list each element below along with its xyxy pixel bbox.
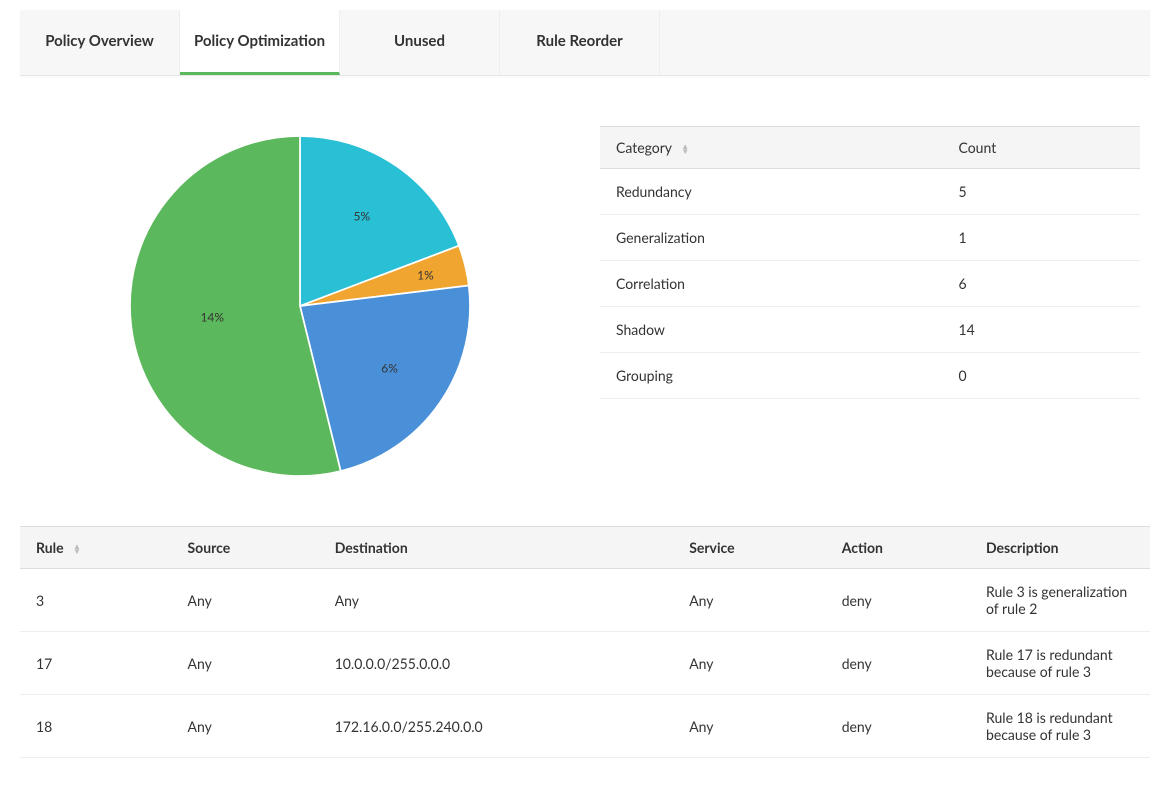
- slice-label: 14%: [200, 309, 224, 324]
- summary-count-cell: 0: [943, 353, 1140, 399]
- table-row[interactable]: Grouping0: [600, 353, 1140, 399]
- rules-description-cell: Rule 18 is redundant because of rule 3: [970, 695, 1150, 758]
- tab-rule-reorder[interactable]: Rule Reorder: [500, 10, 660, 75]
- rules-header-action[interactable]: Action: [826, 527, 970, 569]
- table-row[interactable]: Correlation6: [600, 261, 1140, 307]
- summary-body: Redundancy5Generalization1Correlation6Sh…: [600, 169, 1140, 399]
- summary-count-cell: 14: [943, 307, 1140, 353]
- summary-header-count[interactable]: Count: [943, 127, 1140, 169]
- rules-header-source[interactable]: Source: [172, 527, 319, 569]
- tab-unused[interactable]: Unused: [340, 10, 500, 75]
- summary-header-category-label: Category: [616, 139, 672, 156]
- sort-icon: ▲▼: [681, 144, 689, 154]
- summary-count-cell: 1: [943, 215, 1140, 261]
- pie-chart: 5% 1% 6% 14%: [30, 116, 570, 476]
- table-row[interactable]: Redundancy5: [600, 169, 1140, 215]
- summary-header-category[interactable]: Category ▲▼: [600, 127, 943, 169]
- rules-action-cell: deny: [826, 632, 970, 695]
- rules-header-service[interactable]: Service: [673, 527, 825, 569]
- summary-category-cell: Grouping: [600, 353, 943, 399]
- rules-action-cell: deny: [826, 695, 970, 758]
- rules-source-cell: Any: [172, 569, 319, 632]
- rules-table: Rule ▲▼ Source Destination Service Actio…: [20, 526, 1150, 758]
- slice-label: 6%: [381, 360, 398, 375]
- rules-action-cell: deny: [826, 569, 970, 632]
- rules-service-cell: Any: [673, 695, 825, 758]
- rules-rule-cell: 17: [20, 632, 172, 695]
- rules-destination-cell: 10.0.0.0/255.0.0.0: [319, 632, 674, 695]
- summary-category-cell: Generalization: [600, 215, 943, 261]
- rules-description-cell: Rule 3 is generalization of rule 2: [970, 569, 1150, 632]
- summary-count-cell: 5: [943, 169, 1140, 215]
- rules-source-cell: Any: [172, 632, 319, 695]
- rules-header-rule[interactable]: Rule ▲▼: [20, 527, 172, 569]
- summary-count-cell: 6: [943, 261, 1140, 307]
- table-row[interactable]: 3AnyAnyAnydenyRule 3 is generalization o…: [20, 569, 1150, 632]
- rules-body: 3AnyAnyAnydenyRule 3 is generalization o…: [20, 569, 1150, 758]
- rules-service-cell: Any: [673, 569, 825, 632]
- table-row[interactable]: 17Any10.0.0.0/255.0.0.0AnydenyRule 17 is…: [20, 632, 1150, 695]
- rules-destination-cell: Any: [319, 569, 674, 632]
- summary-category-cell: Redundancy: [600, 169, 943, 215]
- rules-destination-cell: 172.16.0.0/255.240.0.0: [319, 695, 674, 758]
- sort-icon: ▲▼: [73, 544, 81, 554]
- summary-table: Category ▲▼ Count Redundancy5Generalizat…: [600, 126, 1140, 476]
- table-row[interactable]: 18Any172.16.0.0/255.240.0.0AnydenyRule 1…: [20, 695, 1150, 758]
- tab-policy-optimization[interactable]: Policy Optimization: [180, 10, 340, 75]
- summary-category-cell: Correlation: [600, 261, 943, 307]
- rules-header-destination[interactable]: Destination: [319, 527, 674, 569]
- rules-description-cell: Rule 17 is redundant because of rule 3: [970, 632, 1150, 695]
- table-row[interactable]: Shadow14: [600, 307, 1140, 353]
- tab-policy-overview[interactable]: Policy Overview: [20, 10, 180, 75]
- rules-source-cell: Any: [172, 695, 319, 758]
- pie-svg: [130, 136, 470, 476]
- summary-category-cell: Shadow: [600, 307, 943, 353]
- rules-header-rule-label: Rule: [36, 539, 64, 556]
- table-row[interactable]: Generalization1: [600, 215, 1140, 261]
- slice-label: 5%: [354, 209, 371, 224]
- rules-rule-cell: 3: [20, 569, 172, 632]
- rules-service-cell: Any: [673, 632, 825, 695]
- tabs-bar: Policy Overview Policy Optimization Unus…: [20, 10, 1150, 76]
- rules-rule-cell: 18: [20, 695, 172, 758]
- slice-label: 1%: [417, 268, 434, 283]
- rules-header-description[interactable]: Description: [970, 527, 1150, 569]
